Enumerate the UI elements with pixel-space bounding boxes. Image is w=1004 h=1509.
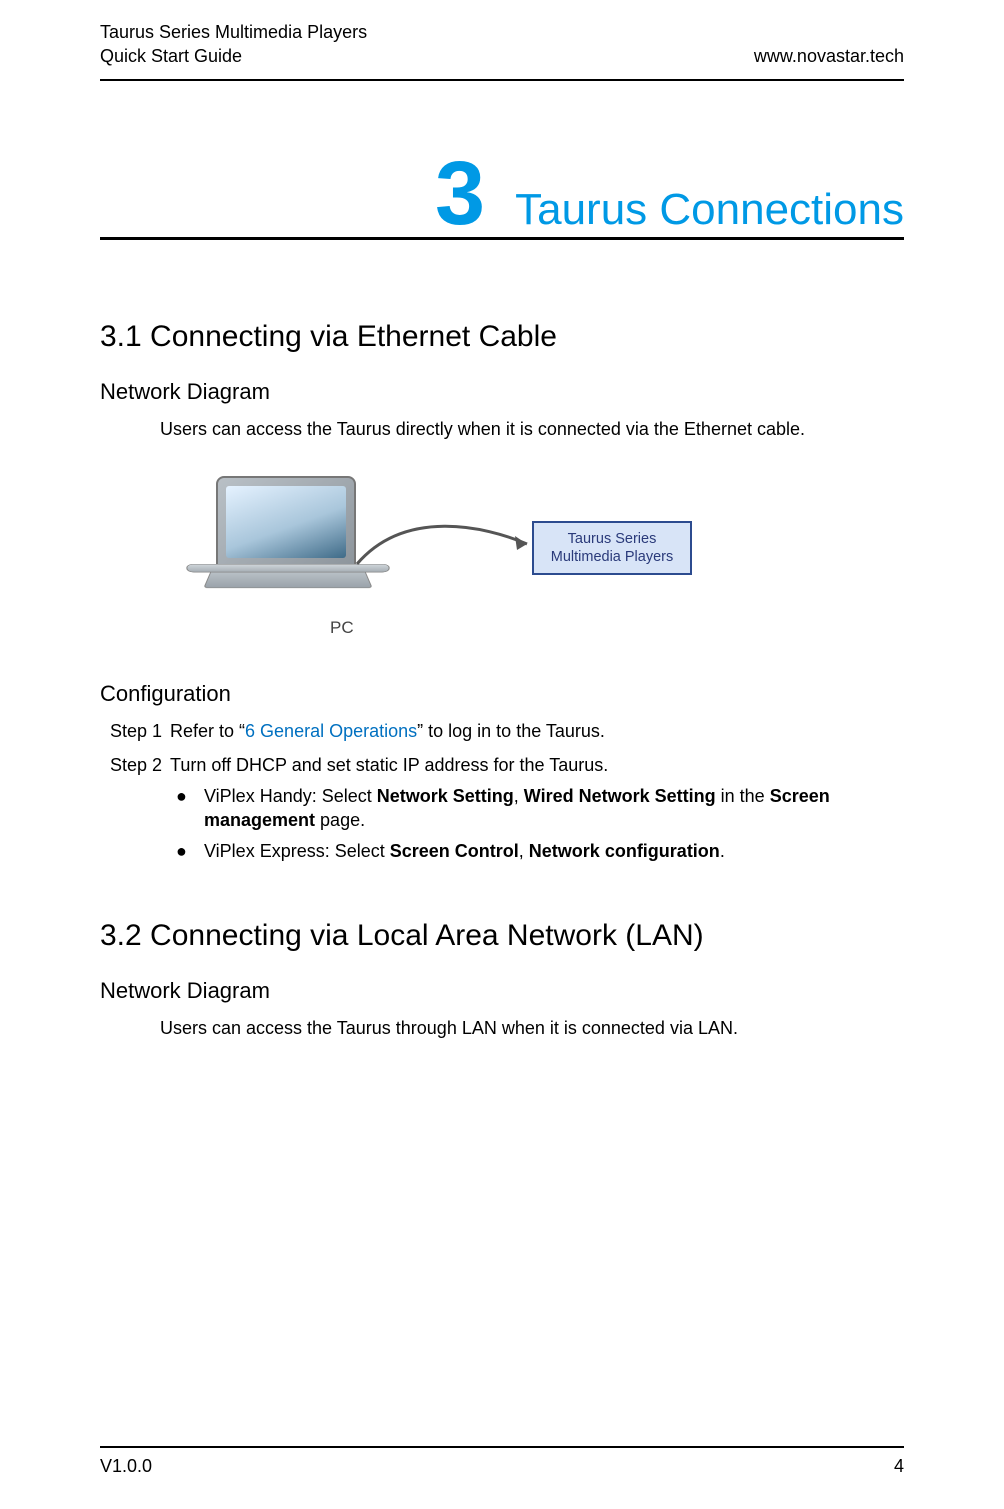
step-1-prefix: Refer to “ [170,721,245,741]
chapter-heading: 3 Taurus Connections [100,161,904,240]
pc-label: PC [330,618,354,638]
page-number: 4 [894,1456,904,1477]
doc-subtitle: Quick Start Guide [100,44,367,68]
network-diagram-label-2: Network Diagram [100,978,904,1004]
b2a: ViPlex Express: Select [204,841,390,861]
device-box-text: Taurus Series Multimedia Players [538,530,686,566]
b2b: Screen Control [390,841,519,861]
step-2: Step 2 Turn off DHCP and set static IP a… [100,753,904,777]
b1e: in the [716,786,770,806]
doc-title: Taurus Series Multimedia Players [100,20,367,44]
ethernet-cable-icon [355,514,530,569]
step-1: Step 1 Refer to “6 General Operations” t… [100,719,904,743]
step-2-label: Step 2 [110,753,170,777]
step-1-body: Refer to “6 General Operations” to log i… [170,719,904,743]
configuration-label: Configuration [100,681,904,707]
section-3-1-heading: 3.1 Connecting via Ethernet Cable [100,320,904,354]
network-diagram-figure: PC Taurus Series Multimedia Players [180,466,700,656]
chapter-number: 3 [435,161,485,229]
network-diagram-text-2: Users can access the Taurus through LAN … [160,1016,904,1040]
b2d: Network configuration [529,841,720,861]
step-1-label: Step 1 [110,719,170,743]
page-header: Taurus Series Multimedia Players Quick S… [100,20,904,81]
general-operations-link[interactable]: 6 General Operations [245,721,417,741]
bullet-icon: ● [176,785,204,832]
step-2-body: Turn off DHCP and set static IP address … [170,753,904,777]
b1b: Network Setting [377,786,514,806]
b1g: page. [315,810,365,830]
header-left: Taurus Series Multimedia Players Quick S… [100,20,367,69]
chapter-title: Taurus Connections [515,185,904,235]
bullet-2-text: ViPlex Express: Select Screen Control, N… [204,840,904,863]
b2e: . [720,841,725,861]
bullet-1-text: ViPlex Handy: Select Network Setting, Wi… [204,785,904,832]
b1c: , [514,786,524,806]
bullet-icon: ● [176,840,204,863]
page-footer: V1.0.0 4 [100,1446,904,1477]
device-box: Taurus Series Multimedia Players [532,521,692,575]
header-url: www.novastar.tech [754,46,904,69]
b2c: , [519,841,529,861]
step-1-suffix: ” to log in to the Taurus. [417,721,605,741]
b1d: Wired Network Setting [524,786,716,806]
configuration-steps: Step 1 Refer to “6 General Operations” t… [100,719,904,778]
b1a: ViPlex Handy: Select [204,786,377,806]
bullet-1: ● ViPlex Handy: Select Network Setting, … [176,785,904,832]
network-diagram-text-1: Users can access the Taurus directly whe… [160,417,904,441]
network-diagram-label-1: Network Diagram [100,379,904,405]
version-label: V1.0.0 [100,1456,152,1477]
bullet-list: ● ViPlex Handy: Select Network Setting, … [176,785,904,863]
section-3-2-heading: 3.2 Connecting via Local Area Network (L… [100,919,904,953]
bullet-2: ● ViPlex Express: Select Screen Control,… [176,840,904,863]
